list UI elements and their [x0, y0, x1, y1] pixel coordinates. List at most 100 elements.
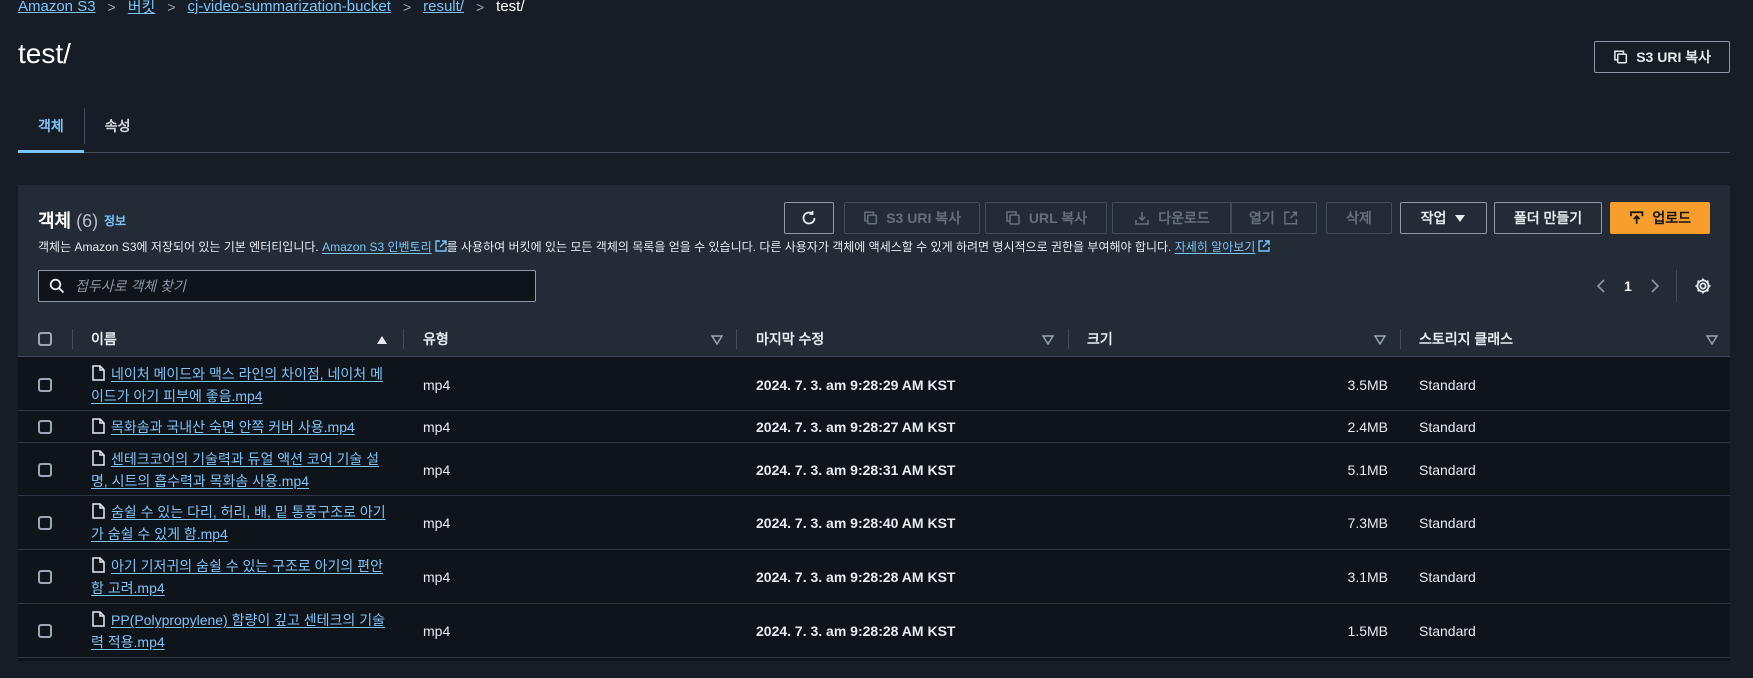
- table-row[interactable]: 숨쉴 수 있는 다리, 허리, 배, 밑 통풍구조로 아기가 숨쉴 수 있게 함…: [18, 496, 1730, 550]
- row-checkbox[interactable]: [38, 462, 52, 477]
- chevron-right-icon: >: [475, 0, 485, 15]
- search-input[interactable]: 접두사로 객체 찾기: [38, 270, 536, 302]
- object-name-cell: 목화솜과 국내산 숙면 안쪽 커버 사용.mp4: [91, 411, 391, 443]
- sort-icon[interactable]: [1374, 335, 1386, 345]
- row-checkbox-cell: [38, 550, 52, 604]
- copy-s3-uri-button[interactable]: S3 URI 복사: [1594, 41, 1730, 73]
- object-name-cell: 아기 기저귀의 숨쉴 수 있는 구조로 아기의 편안함 고려.mp4: [91, 550, 391, 604]
- pagination: 1: [1594, 270, 1662, 302]
- delete-button[interactable]: 삭제: [1326, 202, 1392, 234]
- create-folder-button[interactable]: 폴더 만들기: [1494, 202, 1602, 234]
- object-name-link[interactable]: 숨쉴 수 있는 다리, 허리, 배, 밑 통풍구조로 아기가 숨쉴 수 있게 함…: [91, 501, 391, 545]
- actions-dropdown[interactable]: 작업: [1400, 202, 1487, 234]
- object-size: 1.5MB: [1347, 623, 1388, 639]
- column-header-storage-class[interactable]: 스토리지 클래스: [1419, 321, 1513, 357]
- object-size: 2.4MB: [1347, 419, 1388, 435]
- sort-icon[interactable]: [1042, 335, 1054, 345]
- column-divider: [403, 329, 404, 349]
- upload-button[interactable]: 업로드: [1610, 202, 1710, 234]
- chevron-left-icon[interactable]: [1594, 278, 1610, 294]
- breadcrumb-amazon-s3[interactable]: Amazon S3: [18, 0, 96, 15]
- copy-icon: [864, 211, 878, 225]
- chevron-right-icon[interactable]: [1646, 278, 1662, 294]
- object-type: mp4: [423, 569, 451, 585]
- table-row[interactable]: 목화솜과 국내산 숙면 안쪽 커버 사용.mp4 mp4 2024. 7. 3. a…: [18, 411, 1730, 443]
- copy-url-label: URL 복사: [1028, 210, 1088, 226]
- row-checkbox-cell: [38, 358, 52, 411]
- column-header-last-modified[interactable]: 마지막 수정: [756, 321, 824, 357]
- info-link[interactable]: 정보: [104, 212, 126, 229]
- copy-s3-uri-toolbar-button[interactable]: S3 URI 복사: [844, 202, 980, 234]
- object-name-link[interactable]: 네이처 메이드와 맥스 라인의 차이점, 네이처 메이드가 아기 피부에 좋음.…: [91, 363, 391, 407]
- object-type: mp4: [423, 515, 451, 531]
- learn-more-link[interactable]: 자세히 알아보기: [1175, 240, 1271, 254]
- object-size: 5.1MB: [1347, 461, 1388, 478]
- select-all-checkbox-cell: [38, 321, 52, 357]
- object-name: 센테크코어의 기술력과 듀얼 액션 코어 기술 설명, 시트의 흡수력과 목화솜…: [91, 450, 380, 489]
- select-all-checkbox[interactable]: [38, 332, 52, 346]
- sort-ascending-icon[interactable]: [376, 335, 388, 345]
- external-link-icon: [1283, 211, 1297, 225]
- tab-objects[interactable]: 객체: [18, 100, 84, 153]
- object-size: 7.3MB: [1347, 515, 1388, 531]
- external-link-icon: [434, 240, 447, 252]
- object-name-link[interactable]: 목화솜과 국내산 숙면 안쪽 커버 사용.mp4: [91, 416, 355, 438]
- download-button[interactable]: 다운로드: [1112, 202, 1232, 234]
- objects-count: (6): [76, 211, 99, 231]
- tab-properties[interactable]: 속성: [85, 100, 151, 152]
- inventory-link[interactable]: Amazon S3 인벤토리: [322, 240, 447, 254]
- file-icon: [91, 503, 111, 520]
- page-title: test/: [18, 38, 71, 69]
- caret-down-icon: [1455, 215, 1466, 222]
- chevron-right-icon: >: [167, 0, 176, 15]
- object-name-link[interactable]: 센테크코어의 기술력과 듀얼 액션 코어 기술 설명, 시트의 흡수력과 목화솜…: [91, 448, 391, 492]
- refresh-button[interactable]: [784, 202, 834, 234]
- copy-url-button[interactable]: URL 복사: [985, 202, 1107, 234]
- object-storage-class: Standard: [1419, 376, 1476, 393]
- copy-icon: [1614, 50, 1628, 64]
- table-row[interactable]: 아기 기저귀의 숨쉴 수 있는 구조로 아기의 편안함 고려.mp4 mp4 202…: [18, 550, 1730, 604]
- object-storage-class: Standard: [1419, 515, 1476, 531]
- refresh-icon: [802, 211, 816, 225]
- column-header-name[interactable]: 이름: [91, 321, 117, 357]
- breadcrumb-buckets[interactable]: 버킷: [128, 0, 156, 17]
- page-number[interactable]: 1: [1624, 278, 1632, 294]
- column-header-type[interactable]: 유형: [423, 321, 449, 357]
- breadcrumb-current: test/: [496, 0, 525, 15]
- object-last-modified: 2024. 7. 3. am 9:28:31 AM KST: [756, 461, 956, 478]
- open-button[interactable]: 열기: [1230, 202, 1317, 234]
- description-text-pre: 객체는 Amazon S3에 저장되어 있는 기본 엔터티입니다.: [38, 240, 319, 254]
- objects-heading-label: 객체: [38, 211, 72, 231]
- object-name-cell: 숨쉴 수 있는 다리, 허리, 배, 밑 통풍구조로 아기가 숨쉴 수 있게 함…: [91, 496, 391, 550]
- sort-icon[interactable]: [1706, 335, 1718, 345]
- table-row[interactable]: 네이처 메이드와 맥스 라인의 차이점, 네이처 메이드가 아기 피부에 좋음.…: [18, 358, 1730, 411]
- row-checkbox-cell: [38, 443, 52, 496]
- row-checkbox[interactable]: [38, 570, 52, 584]
- breadcrumb-result[interactable]: result/: [423, 0, 464, 15]
- row-checkbox[interactable]: [38, 377, 52, 392]
- row-checkbox[interactable]: [38, 624, 52, 638]
- row-checkbox[interactable]: [38, 420, 52, 434]
- object-name-link[interactable]: PP(Polypropylene) 함량이 깊고 센테크의 기술력 적용.mp4: [91, 609, 391, 653]
- object-name-cell: PP(Polypropylene) 함량이 깊고 센테크의 기술력 적용.mp4: [91, 604, 391, 658]
- object-last-modified: 2024. 7. 3. am 9:28:29 AM KST: [756, 376, 956, 393]
- upload-icon: [1630, 211, 1644, 224]
- object-type: mp4: [423, 419, 451, 435]
- row-checkbox[interactable]: [38, 516, 52, 530]
- object-name: PP(Polypropylene) 함량이 깊고 센테크의 기술력 적용.mp4: [91, 612, 385, 650]
- sort-icon[interactable]: [711, 335, 723, 345]
- column-divider: [736, 329, 737, 349]
- settings-gear-icon[interactable]: [1694, 277, 1712, 295]
- object-name-link[interactable]: 아기 기저귀의 숨쉴 수 있는 구조로 아기의 편안함 고려.mp4: [91, 555, 391, 599]
- breadcrumb-bucket[interactable]: cj-video-summarization-bucket: [188, 0, 391, 15]
- description-text-post: 를 사용하여 버킷에 있는 모든 객체의 목록을 얻을 수 있습니다. 다른 사…: [446, 240, 1172, 254]
- open-label: 열기: [1249, 210, 1275, 226]
- objects-heading: 객체 (6): [38, 207, 98, 233]
- table-row[interactable]: 센테크코어의 기술력과 듀얼 액션 코어 기술 설명, 시트의 흡수력과 목화솜…: [18, 443, 1730, 496]
- object-storage-class: Standard: [1419, 419, 1476, 435]
- row-checkbox-cell: [38, 411, 52, 443]
- column-divider: [72, 329, 73, 349]
- column-header-size[interactable]: 크기: [1087, 321, 1113, 357]
- object-storage-class: Standard: [1419, 461, 1476, 478]
- table-row[interactable]: PP(Polypropylene) 함량이 깊고 센테크의 기술력 적용.mp4…: [18, 604, 1730, 658]
